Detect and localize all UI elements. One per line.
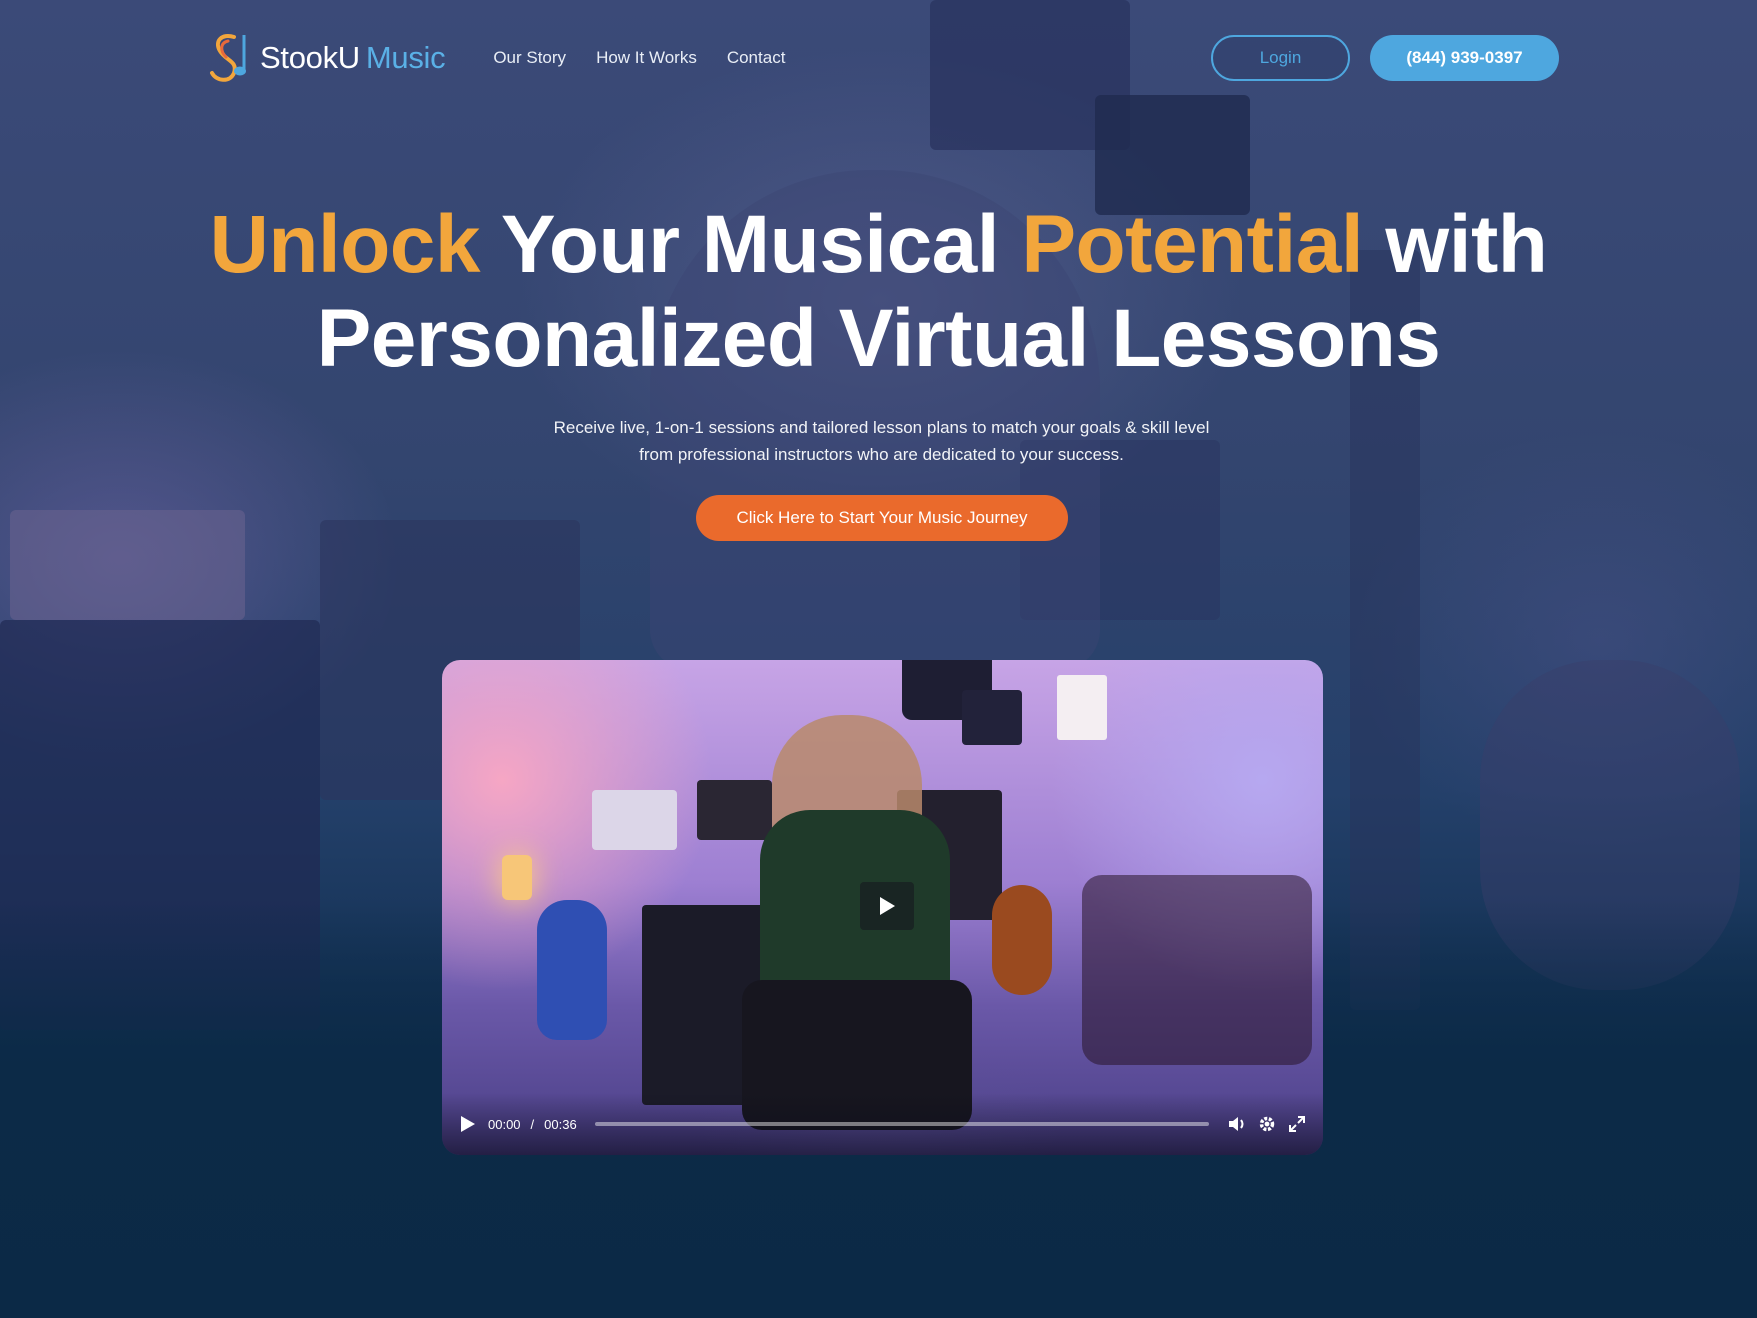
brand-name-main: StookU (260, 40, 360, 75)
video-lamp-left (502, 855, 532, 900)
login-button[interactable]: Login (1211, 35, 1350, 81)
settings-gear-icon[interactable] (1257, 1114, 1277, 1134)
hero-title-potential: Potential (1021, 199, 1364, 290)
video-guitar-rack (1082, 875, 1312, 1065)
current-time: 00:00 (488, 1116, 521, 1132)
nav-how-it-works[interactable]: How It Works (596, 48, 697, 68)
stooku-s-note-logo-icon (210, 34, 246, 82)
duration: 00:36 (544, 1116, 577, 1132)
hero-title-with: with (1363, 199, 1548, 290)
monitor-shape (1095, 95, 1250, 215)
video-small-amp (592, 790, 677, 850)
hero-subtitle: Receive live, 1-on-1 sessions and tailor… (553, 418, 1210, 464)
video-sunburst-guitar (992, 885, 1052, 995)
play-icon[interactable] (458, 1114, 478, 1134)
video-controls: 00:00 / 00:36 (442, 1093, 1323, 1155)
video-monitor (962, 690, 1022, 745)
hero-title: Unlock Your Musical Potential with Perso… (0, 198, 1757, 386)
amp-shape (10, 510, 245, 620)
hero-title-line2: Personalized Virtual Lessons (316, 293, 1441, 384)
center-play-button[interactable] (860, 882, 914, 930)
nav-our-story[interactable]: Our Story (493, 48, 566, 68)
time-separator: / (530, 1116, 535, 1132)
play-icon (880, 897, 895, 915)
hero-title-your-musical: Your Musical (480, 199, 1022, 290)
phone-button[interactable]: (844) 939-0397 (1370, 35, 1559, 81)
fullscreen-icon[interactable] (1287, 1114, 1307, 1134)
logo[interactable]: StookU Music (204, 31, 446, 85)
header-actions: Login (844) 939-0397 (1211, 35, 1559, 81)
video-blue-guitar (537, 900, 607, 1040)
nav-contact[interactable]: Contact (727, 48, 786, 68)
brand-name-accent: Music (365, 40, 446, 75)
logo-text: StookU Music (260, 40, 446, 76)
intro-video-player[interactable]: 00:00 / 00:36 (442, 660, 1323, 1155)
start-journey-button[interactable]: Click Here to Start Your Music Journey (696, 495, 1068, 541)
main-nav: Our Story How It Works Contact (493, 48, 785, 68)
hero-title-unlock: Unlock (209, 199, 481, 290)
volume-icon[interactable] (1227, 1114, 1247, 1134)
progress-bar[interactable] (594, 1122, 1209, 1126)
video-lamp-right (1057, 675, 1107, 740)
video-amp-head (697, 780, 772, 840)
site-header: StookU Music Our Story How It Works Conta… (204, 32, 1559, 84)
